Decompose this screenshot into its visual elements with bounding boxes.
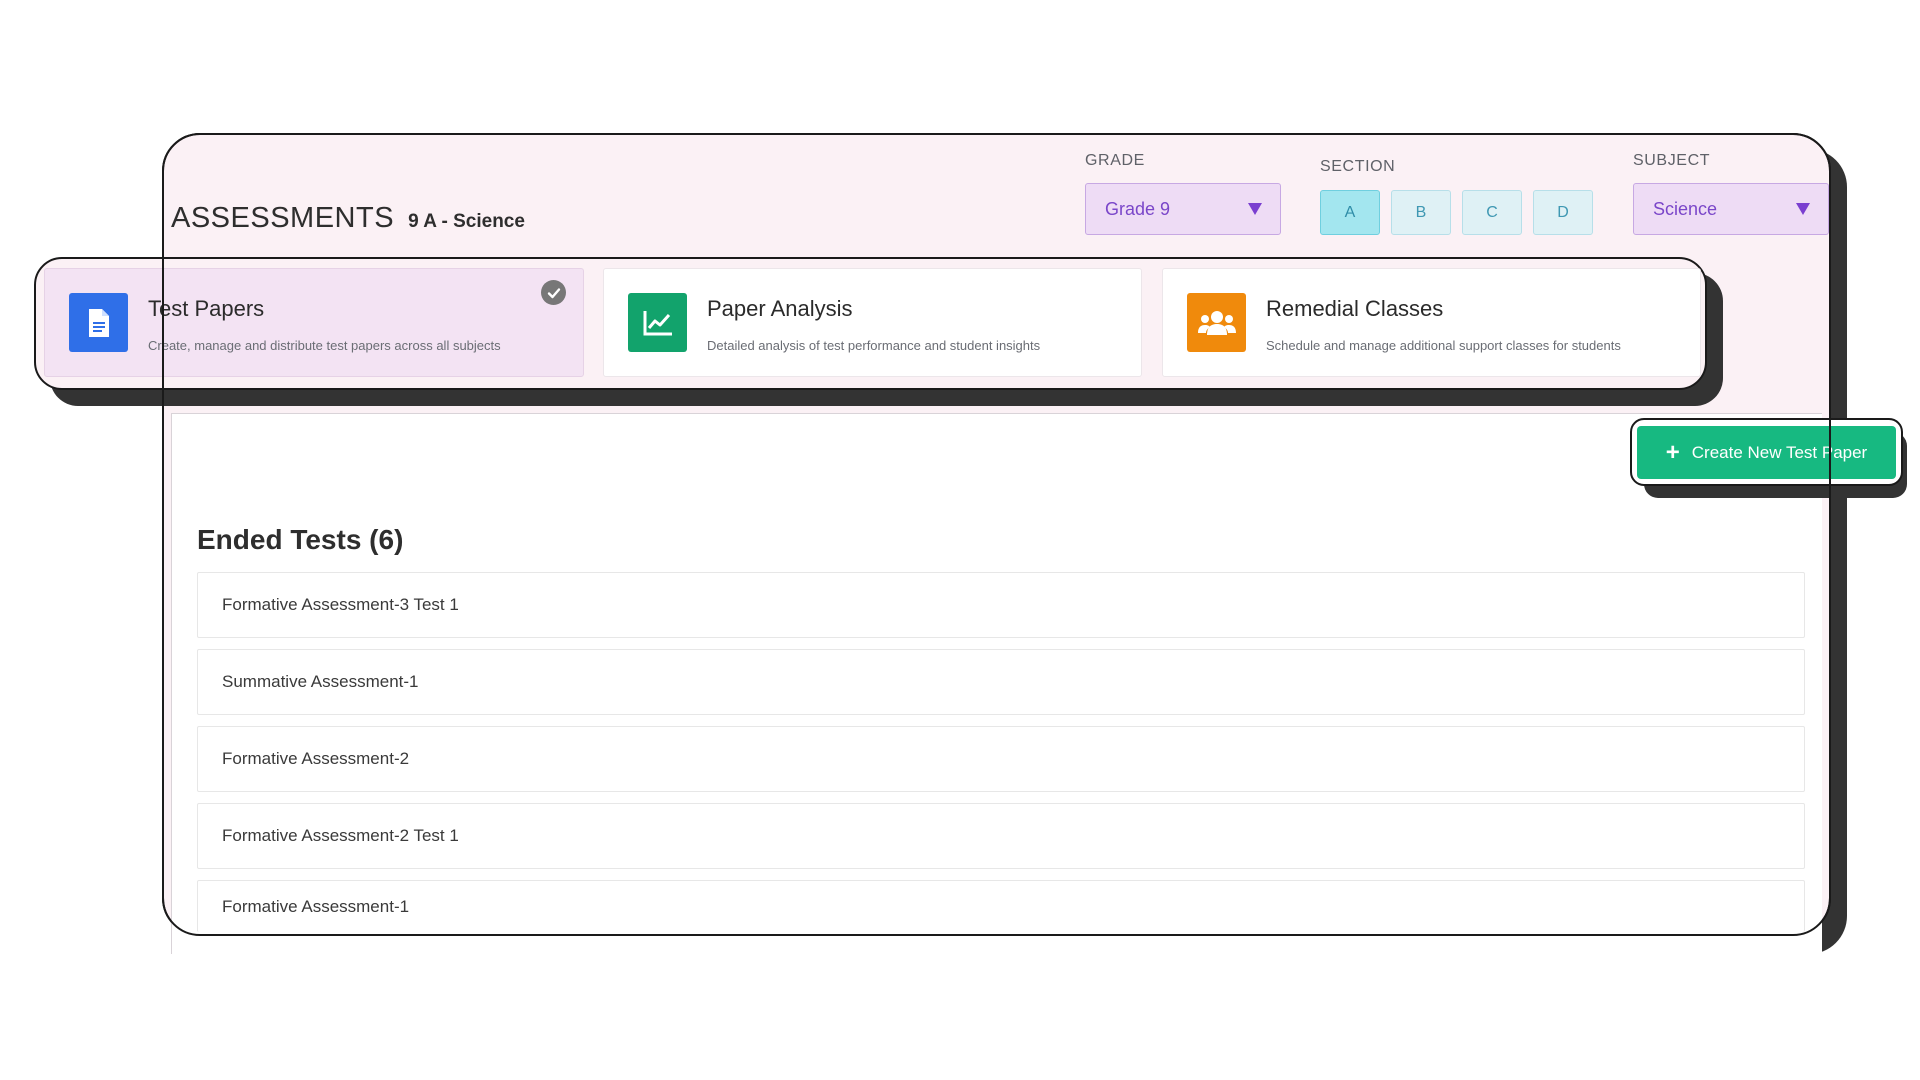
chevron-down-icon <box>1796 203 1810 215</box>
test-row[interactable]: Summative Assessment-1 <box>197 649 1805 715</box>
users-icon <box>1187 293 1246 352</box>
create-button-label: Create New Test Paper <box>1691 442 1868 462</box>
card-remedial-classes[interactable]: Remedial Classes Schedule and manage add… <box>1162 268 1701 377</box>
subject-dropdown[interactable]: Science <box>1633 183 1829 235</box>
create-new-test-paper-button[interactable]: + Create New Test Paper <box>1637 426 1896 479</box>
ended-tests-heading: Ended Tests (6) <box>197 524 404 555</box>
check-icon <box>541 280 566 305</box>
grade-dropdown[interactable]: Grade 9 <box>1085 183 1281 235</box>
class-subject-context: 9 A - Science <box>408 211 525 232</box>
card-paper-analysis[interactable]: Paper Analysis Detailed analysis of test… <box>603 268 1142 377</box>
card-test-papers[interactable]: Test Papers Create, manage and distribut… <box>44 268 584 377</box>
section-button-d[interactable]: D <box>1533 190 1593 235</box>
subject-label: SUBJECT <box>1633 152 1711 169</box>
card-title: Remedial Classes <box>1266 296 1444 321</box>
section-button-b[interactable]: B <box>1391 190 1451 235</box>
chevron-down-icon <box>1248 203 1262 215</box>
section-button-a[interactable]: A <box>1320 190 1380 235</box>
page-header: ASSESSMENTS 9 A - Science <box>171 202 525 235</box>
card-title: Paper Analysis <box>707 296 853 321</box>
section-label: SECTION <box>1320 158 1396 175</box>
chart-icon <box>628 293 687 352</box>
test-row[interactable]: Formative Assessment-2 Test 1 <box>197 803 1805 869</box>
page-title: ASSESSMENTS <box>171 202 395 234</box>
card-description: Create, manage and distribute test paper… <box>148 338 501 353</box>
card-title: Test Papers <box>148 296 265 321</box>
test-row[interactable]: Formative Assessment-2 <box>197 726 1805 792</box>
section-button-c[interactable]: C <box>1462 190 1522 235</box>
plus-icon: + <box>1665 438 1680 466</box>
grade-label: GRADE <box>1085 152 1145 169</box>
card-description: Detailed analysis of test performance an… <box>707 338 1041 353</box>
test-row[interactable]: Formative Assessment-3 Test 1 <box>197 572 1805 638</box>
subject-value: Science <box>1653 198 1718 219</box>
card-description: Schedule and manage additional support c… <box>1266 338 1621 353</box>
grade-value: Grade 9 <box>1105 198 1171 219</box>
test-row[interactable]: Formative Assessment-1 <box>197 880 1805 932</box>
document-icon <box>69 293 128 352</box>
